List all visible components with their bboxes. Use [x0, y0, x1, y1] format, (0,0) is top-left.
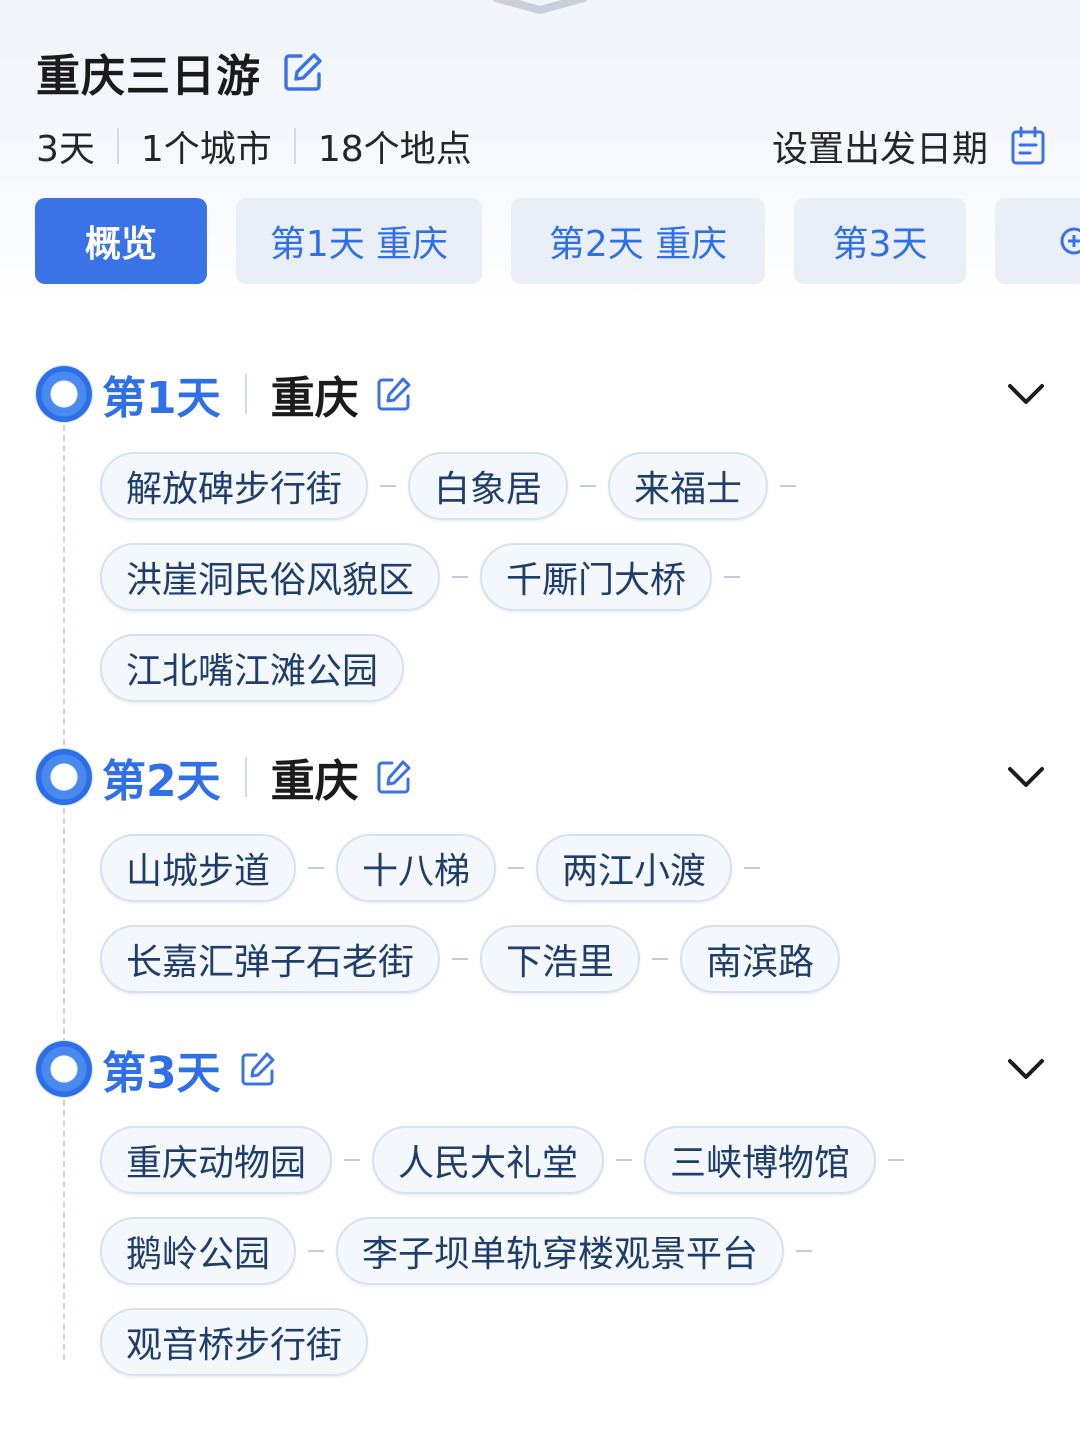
- connector: [616, 1159, 633, 1161]
- divider: [244, 757, 247, 797]
- trip-title-row: 重庆三日游: [36, 40, 325, 104]
- tab-day-1[interactable]: 第1天 重庆: [236, 198, 482, 284]
- connector: [508, 867, 525, 869]
- place-chip[interactable]: 三峡博物馆: [644, 1126, 877, 1194]
- trip-summary: 3天 1个城市 18个地点: [36, 120, 472, 172]
- place-row: 长嘉汇弹子石老街 下浩里 南滨路: [100, 925, 841, 993]
- trip-title: 重庆三日游: [36, 51, 261, 102]
- place-chip[interactable]: 下浩里: [480, 925, 641, 993]
- place-chip[interactable]: 十八梯: [336, 834, 497, 902]
- connector: [744, 867, 761, 869]
- place-chip[interactable]: 江北嘴江滩公园: [100, 634, 405, 702]
- divider: [116, 128, 119, 164]
- place-row: 观音桥步行街: [100, 1308, 369, 1376]
- day-label: 第1天: [102, 373, 221, 424]
- place-chip[interactable]: 白象居: [408, 452, 569, 520]
- tab-add-day[interactable]: [995, 198, 1080, 284]
- connector: [724, 576, 741, 578]
- trip-cities: 1个城市: [140, 129, 272, 170]
- drag-handle[interactable]: [492, 0, 588, 16]
- trip-meta-row: 3天 1个城市 18个地点 设置出发日期: [36, 120, 1046, 172]
- place-chip[interactable]: 重庆动物园: [100, 1126, 333, 1194]
- day-label: 第3天: [102, 1048, 221, 1099]
- day-city: 重庆: [270, 373, 359, 424]
- edit-icon[interactable]: [375, 758, 413, 796]
- connector: [580, 485, 597, 487]
- connector: [308, 867, 325, 869]
- set-departure-date-button[interactable]: 设置出发日期: [772, 120, 1046, 172]
- calendar-icon: [1011, 126, 1045, 165]
- plus-circle-icon: [1060, 227, 1080, 255]
- connector: [344, 1159, 361, 1161]
- place-chip[interactable]: 长嘉汇弹子石老街: [100, 925, 441, 993]
- connector: [380, 485, 397, 487]
- trip-days: 3天: [36, 129, 95, 170]
- edit-icon[interactable]: [375, 375, 413, 413]
- place-chip[interactable]: 李子坝单轨穿楼观景平台: [336, 1217, 785, 1285]
- chevron-down-icon[interactable]: [1006, 374, 1046, 414]
- connector: [780, 485, 797, 487]
- connector: [652, 958, 669, 960]
- chevron-down-icon[interactable]: [1006, 757, 1046, 797]
- connector: [452, 958, 469, 960]
- connector: [888, 1159, 905, 1161]
- place-chip[interactable]: 解放碑步行街: [100, 452, 369, 520]
- tab-day-3[interactable]: 第3天: [794, 198, 966, 284]
- place-chip[interactable]: 两江小渡: [536, 834, 733, 902]
- timeline-line: [63, 808, 65, 1044]
- place-row: 洪崖洞民俗风貌区 千厮门大桥: [100, 543, 752, 611]
- day-3-header[interactable]: 第3天: [36, 1037, 1046, 1101]
- place-row: 江北嘴江滩公园: [100, 634, 405, 702]
- edit-icon[interactable]: [281, 50, 325, 94]
- connector: [308, 1250, 325, 1252]
- place-chip[interactable]: 鹅岭公园: [100, 1217, 297, 1285]
- place-chip[interactable]: 山城步道: [100, 834, 297, 902]
- timeline-dot-icon: [36, 749, 92, 805]
- day-1-header[interactable]: 第1天 重庆: [36, 362, 1046, 426]
- trip-places: 18个地点: [317, 129, 472, 170]
- place-chip[interactable]: 南滨路: [680, 925, 841, 993]
- place-row: 解放碑步行街 白象居 来福士: [100, 452, 808, 520]
- place-chip[interactable]: 观音桥步行街: [100, 1308, 369, 1376]
- set-date-label: 设置出发日期: [771, 129, 988, 170]
- edit-icon[interactable]: [239, 1050, 277, 1088]
- place-chip[interactable]: 洪崖洞民俗风貌区: [100, 543, 441, 611]
- divider: [244, 374, 247, 414]
- day-city: 重庆: [270, 756, 359, 807]
- timeline-dot-icon: [36, 1041, 92, 1097]
- day-label: 第2天: [102, 756, 221, 807]
- connector: [452, 576, 469, 578]
- place-row: 山城步道 十八梯 两江小渡: [100, 834, 772, 902]
- tab-day-2[interactable]: 第2天 重庆: [511, 198, 765, 284]
- day-tabs: 概览 第1天 重庆 第2天 重庆 第3天: [35, 198, 1080, 284]
- timeline-line: [63, 1100, 65, 1360]
- chevron-down-icon[interactable]: [1006, 1049, 1046, 1089]
- divider: [293, 128, 296, 164]
- timeline-dot-icon: [36, 366, 92, 422]
- timeline-line: [63, 425, 65, 755]
- place-row: 鹅岭公园 李子坝单轨穿楼观景平台: [100, 1217, 824, 1285]
- connector: [796, 1250, 813, 1252]
- place-chip[interactable]: 人民大礼堂: [372, 1126, 605, 1194]
- place-row: 重庆动物园 人民大礼堂 三峡博物馆: [100, 1126, 916, 1194]
- place-chip[interactable]: 来福士: [608, 452, 769, 520]
- place-chip[interactable]: 千厮门大桥: [480, 543, 713, 611]
- tab-overview[interactable]: 概览: [35, 198, 207, 284]
- day-2-header[interactable]: 第2天 重庆: [36, 745, 1046, 809]
